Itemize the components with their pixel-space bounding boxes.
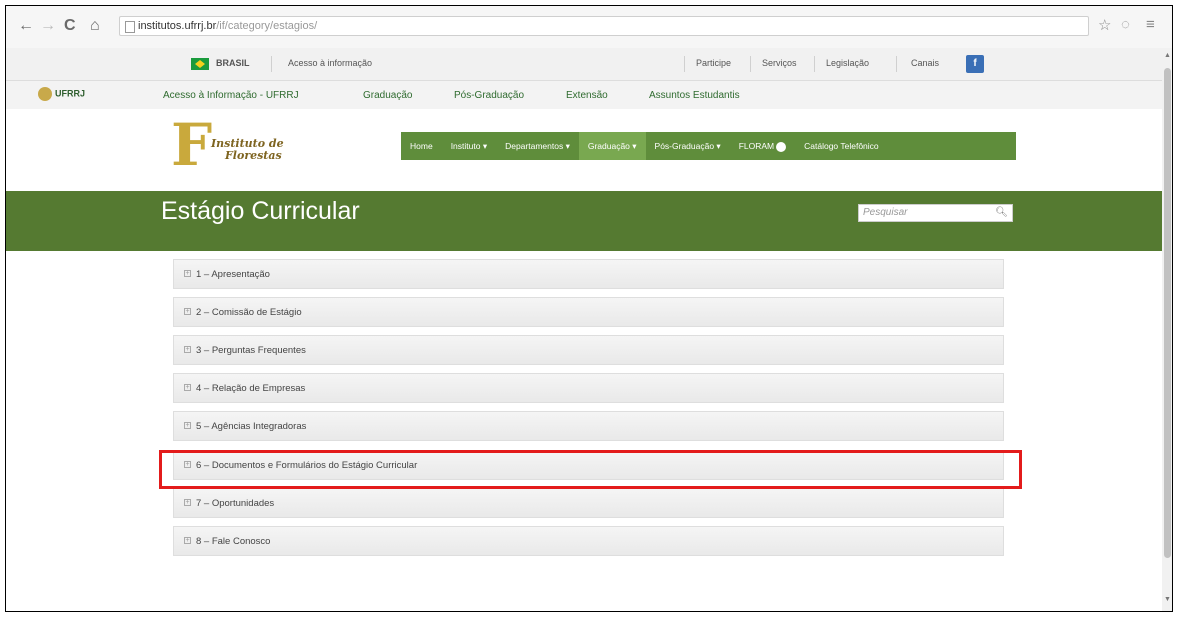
browser-toolbar: ← → C ⌂ institutos.ufrrj.br/if/category/… [6,6,1172,49]
accordion-item-3[interactable]: +3 – Perguntas Frequentes [173,335,1004,365]
ufrrj-seal-icon [38,87,52,101]
accordion-item-7[interactable]: +7 – Oportunidades [173,488,1004,518]
accordion-label: 6 – Documentos e Formulários do Estágio … [196,460,418,471]
shield-icon[interactable]: ◌ [1121,16,1130,33]
scrollbar[interactable]: ▲ ▼ [1162,48,1172,611]
nav-catalogo[interactable]: Catálogo Telefônico [795,132,888,160]
brazil-flag-icon [191,58,209,70]
nav-home[interactable]: Home [401,132,442,160]
access-info-link[interactable]: Acesso à informação [288,58,372,68]
accordion-label: 2 – Comissão de Estágio [196,307,302,318]
ufrrj-logo-text: UFRRJ [55,88,86,99]
ufrrj-bar: UFRRJ Acesso à Informação - UFRRJ Gradua… [6,81,1162,109]
expand-icon: + [184,537,191,544]
scroll-down-icon[interactable]: ▼ [1164,596,1171,603]
expand-icon: + [184,346,191,353]
gov-bar: BRASIL Acesso à informação Participe Ser… [6,48,1162,81]
main-nav: Home Instituto ▾ Departamentos ▾ Graduaç… [401,132,1016,160]
browser-window: ← → C ⌂ institutos.ufrrj.br/if/category/… [5,5,1173,612]
url-host: institutos.ufrrj.br [138,20,217,32]
expand-icon: + [184,270,191,277]
ufrrj-link-assuntos[interactable]: Assuntos Estudantis [649,90,740,101]
institute-logo-name-line2: Florestas [225,149,282,162]
divider [684,56,685,72]
reload-icon[interactable]: C [64,18,76,34]
accordion-label: 3 – Perguntas Frequentes [196,345,306,356]
expand-icon: + [184,499,191,506]
accordion-label: 8 – Fale Conosco [196,536,271,547]
accordion-label: 5 – Agências Integradoras [196,421,307,432]
ufrrj-link-graduacao[interactable]: Graduação [363,90,412,101]
forward-icon[interactable]: → [40,18,56,34]
hand-cursor-icon [776,141,787,152]
country-label[interactable]: BRASIL [216,58,250,68]
scroll-up-icon[interactable]: ▲ [1164,52,1171,59]
divider [814,56,815,72]
accordion-label: 7 – Oportunidades [196,498,275,509]
ufrrj-logo[interactable]: UFRRJ [38,87,118,103]
social-icon[interactable]: f [966,55,984,73]
expand-icon: + [184,461,191,468]
divider [896,56,897,72]
gov-link-participe[interactable]: Participe [696,58,731,68]
nav-instituto[interactable]: Instituto ▾ [442,132,496,160]
search-input[interactable]: Pesquisar 🔍︎ [858,204,1013,222]
accordion-item-1[interactable]: +1 – Apresentação [173,259,1004,289]
accordion-item-8[interactable]: +8 – Fale Conosco [173,526,1004,556]
accordion-item-5[interactable]: +5 – Agências Integradoras [173,411,1004,441]
page-title: Estágio Curricular [161,197,360,225]
ufrrj-link-pos-graduacao[interactable]: Pós-Graduação [454,90,524,101]
accordion-label: 4 – Relação de Empresas [196,383,306,394]
nav-pos-graduacao[interactable]: Pós-Graduação ▾ [646,132,730,160]
institute-logo[interactable]: F Instituto de Florestas [171,116,301,176]
accordion-item-2[interactable]: +2 – Comissão de Estágio [173,297,1004,327]
home-icon[interactable]: ⌂ [90,18,100,34]
divider [271,56,272,72]
search-icon[interactable]: 🔍︎ [995,205,1008,221]
nav-graduacao[interactable]: Graduação ▾ [578,132,646,160]
ufrrj-link-extensao[interactable]: Extensão [566,90,608,101]
expand-icon: + [184,308,191,315]
expand-icon: + [184,422,191,429]
gov-link-servicos[interactable]: Serviços [762,58,797,68]
page-icon [125,21,135,33]
expand-icon: + [184,384,191,391]
divider [750,56,751,72]
bookmark-star-icon[interactable]: ☆ [1098,16,1111,34]
menu-icon[interactable]: ≡ [1146,16,1155,33]
accordion-item-4[interactable]: +4 – Relação de Empresas [173,373,1004,403]
institute-logo-letter: F [171,111,213,179]
search-placeholder: Pesquisar [863,207,908,218]
gov-link-legislacao[interactable]: Legislação [826,58,869,68]
page-banner: Estágio Curricular Pesquisar 🔍︎ [6,191,1162,251]
back-icon[interactable]: ← [18,18,34,34]
institute-logo-name: Instituto de Florestas [211,138,284,162]
nav-departamentos[interactable]: Departamentos ▾ [496,132,579,160]
ufrrj-link-access[interactable]: Acesso à Informação - UFRRJ [163,90,299,101]
accordion-label: 1 – Apresentação [196,269,270,280]
scroll-thumb[interactable] [1164,68,1171,558]
address-bar[interactable]: institutos.ufrrj.br/if/category/estagios… [119,16,1089,36]
accordion-item-6[interactable]: +6 – Documentos e Formulários do Estágio… [173,450,1004,480]
nav-floram-label: FLORAM [738,141,775,151]
gov-link-canais[interactable]: Canais [911,58,939,68]
url-path: /if/category/estagios/ [216,20,318,32]
nav-floram[interactable]: FLORAM [730,132,795,160]
